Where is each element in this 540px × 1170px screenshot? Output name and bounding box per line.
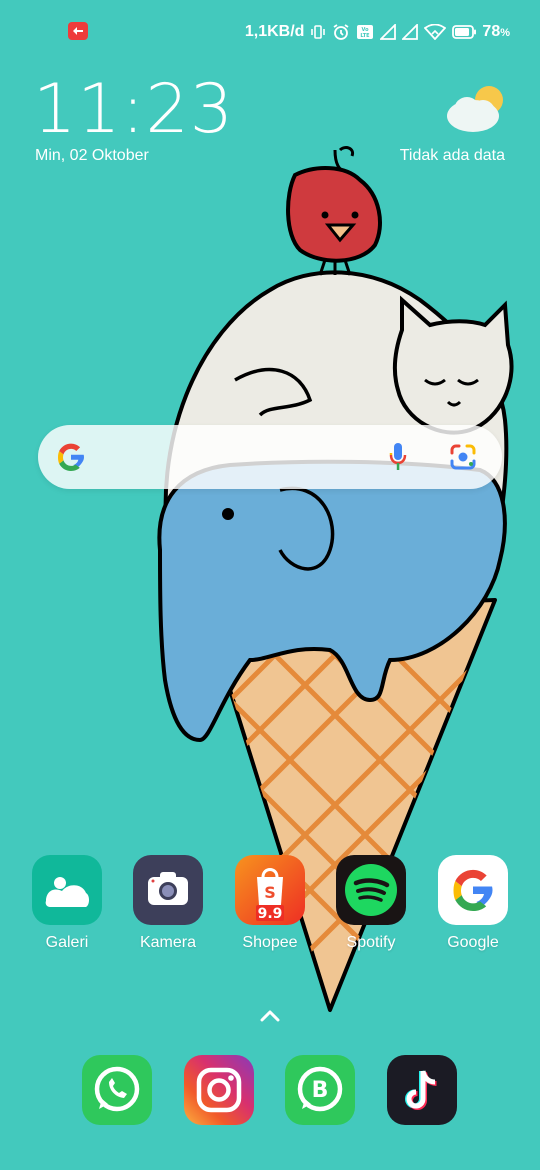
clock-date[interactable]: Min, 02 Oktober: [35, 147, 149, 165]
signal-icon: [380, 24, 397, 40]
partly-cloudy-icon[interactable]: [445, 84, 507, 136]
battery-icon: [452, 25, 477, 39]
shopee-icon: S 9.9: [235, 855, 305, 925]
signal-2-icon: [402, 24, 419, 40]
whatsapp-business-icon[interactable]: B: [285, 1055, 355, 1125]
app-label: Kamera: [139, 934, 197, 951]
volte-icon: Vo LTE: [356, 24, 374, 40]
google-search-bar[interactable]: [38, 425, 502, 489]
gallery-icon: [32, 855, 102, 925]
network-speed: 1,1KB/d: [244, 23, 305, 40]
google-icon: [438, 855, 508, 925]
tiktok-icon[interactable]: [387, 1055, 457, 1125]
app-google[interactable]: Google: [423, 855, 523, 952]
app-label: Galeri: [45, 934, 89, 951]
app-label: Shopee: [242, 934, 298, 951]
app-kamera[interactable]: Kamera: [118, 855, 218, 952]
svg-text:B: B: [312, 1078, 329, 1103]
app-label: Spotify: [346, 934, 396, 951]
vibrate-icon: [310, 24, 326, 40]
status-bar: 1,1KB/d Vo LTE 78%: [0, 0, 540, 62]
chevron-up-icon[interactable]: [258, 1008, 282, 1024]
app-shopee[interactable]: S 9.9 Shopee: [220, 855, 320, 952]
instagram-icon[interactable]: [184, 1055, 254, 1125]
alarm-icon: [332, 23, 350, 41]
spotify-icon: [336, 855, 406, 925]
google-lens-icon[interactable]: [448, 443, 478, 471]
svg-text:9.9: 9.9: [258, 906, 283, 922]
app-galeri[interactable]: Galeri: [17, 855, 117, 952]
app-spotify[interactable]: Spotify: [321, 855, 421, 952]
svg-text:S: S: [264, 883, 276, 902]
battery-level: 78%: [482, 23, 510, 40]
app-label: Google: [447, 934, 499, 951]
google-g-icon: [55, 441, 87, 473]
camera-icon: [133, 855, 203, 925]
svg-text:LTE: LTE: [361, 33, 371, 39]
status-icons: 1,1KB/d Vo LTE 78%: [245, 20, 510, 44]
wifi-icon: [424, 24, 447, 40]
clock-time[interactable]: 11:23: [33, 70, 234, 149]
app-notification-icon: [68, 22, 88, 40]
whatsapp-icon[interactable]: [82, 1055, 152, 1125]
microphone-icon[interactable]: [388, 441, 408, 473]
